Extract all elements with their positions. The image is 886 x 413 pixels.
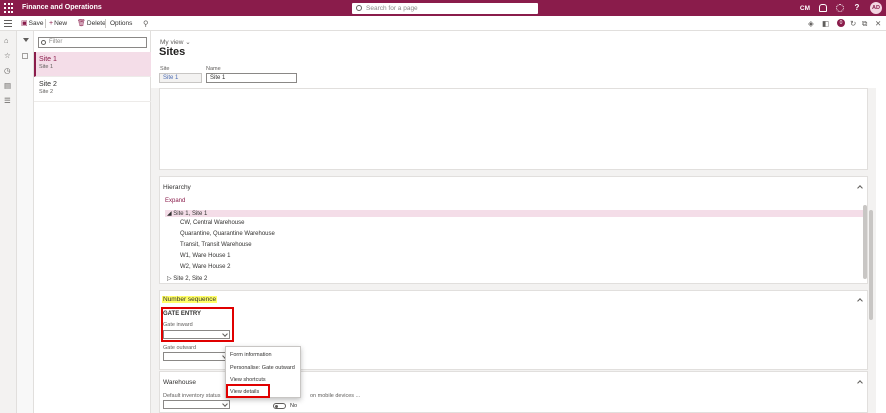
close-icon[interactable]: ✕	[875, 19, 881, 28]
avatar[interactable]: AD	[870, 2, 882, 14]
chevron-down-icon: ⌄	[185, 39, 191, 46]
plus-icon: +	[49, 20, 54, 27]
tree-collapse-icon[interactable]: ◢	[167, 211, 172, 217]
tree-node[interactable]: W2, Ware House 2	[180, 264, 230, 270]
open-new-window-icon[interactable]: ⧉	[862, 19, 867, 28]
chevron-up-icon[interactable]	[857, 380, 863, 386]
tree-node-label: Site 2, Site 2	[173, 276, 208, 282]
mobile-devices-label: on mobile devices ...	[310, 393, 361, 399]
save-button[interactable]: ▣Save	[21, 19, 43, 29]
gate-outward-combo[interactable]	[163, 352, 230, 361]
toolbar-divider	[105, 19, 106, 28]
save-button-label: Save	[28, 20, 44, 27]
tree-expand-icon[interactable]: ▷	[167, 276, 172, 282]
my-view-dropdown[interactable]: My view ⌄	[160, 38, 191, 46]
toolbar-divider	[45, 19, 46, 28]
power-apps-icon[interactable]: ◈	[808, 19, 814, 28]
gear-icon[interactable]	[836, 4, 844, 12]
mobile-devices-toggle[interactable]	[273, 403, 286, 409]
list-item-title: Site 1	[39, 56, 57, 63]
action-search-icon[interactable]: ⚲	[143, 19, 149, 28]
name-label: Name	[206, 66, 221, 72]
delete-button[interactable]: 🗑Delete	[77, 19, 106, 29]
list-item[interactable]: Site 2 Site 2	[34, 77, 151, 102]
recent-clock-icon[interactable]: ◷	[4, 66, 11, 75]
search-icon	[356, 5, 362, 11]
workspaces-icon[interactable]: ▤	[4, 81, 11, 90]
list-item-subtitle: Site 2	[39, 89, 54, 95]
delete-button-label: Delete	[86, 20, 106, 27]
toggle-value: No	[290, 403, 298, 409]
save-icon: ▣	[21, 20, 28, 27]
chevron-up-icon[interactable]	[857, 185, 863, 191]
list-pane: Filter Site 1 Site 1 Site 2 Site 2	[17, 31, 151, 413]
highlight-box-gate-inward	[161, 307, 234, 342]
page-search-input[interactable]: Search for a page	[352, 3, 538, 14]
warehouse-title[interactable]: Warehouse	[163, 379, 196, 386]
list-filter-input[interactable]: Filter	[38, 37, 147, 48]
search-icon	[41, 40, 46, 45]
list-toolbar	[17, 31, 34, 413]
top-right-actions: CM ? AD	[800, 0, 886, 16]
list-item[interactable]: Site 1 Site 1	[34, 52, 151, 77]
collapse-pane-icon[interactable]	[22, 53, 28, 59]
page-scrollbar[interactable]	[869, 210, 873, 320]
page-title: Sites	[159, 46, 186, 58]
favorites-star-icon[interactable]: ☆	[4, 51, 11, 60]
main-content: My view ⌄ Sites Site Site 1 Name Site 1 …	[151, 31, 886, 413]
site-field[interactable]: Site 1	[159, 73, 202, 83]
context-menu-view-shortcuts[interactable]: View shortcuts	[230, 377, 266, 383]
gate-outward-label: Gate outward	[163, 345, 197, 351]
new-button[interactable]: +New	[49, 19, 67, 29]
site-label: Site	[160, 66, 170, 72]
my-view-label: My view	[160, 39, 184, 46]
modules-list-icon[interactable]: ☰	[4, 96, 11, 105]
filter-icon[interactable]	[23, 38, 29, 42]
navigation-rail: ⌂ ☆ ◷ ▤ ☰	[0, 31, 17, 413]
tree-node-site-1[interactable]: ◢ Site 1, Site 1	[167, 210, 207, 217]
company-picker[interactable]: CM	[800, 5, 810, 12]
hierarchy-scrollbar[interactable]	[863, 205, 867, 279]
new-button-label: New	[54, 20, 68, 27]
hierarchy-title[interactable]: Hierarchy	[163, 184, 191, 191]
home-icon[interactable]: ⌂	[4, 36, 9, 45]
search-placeholder: Search for a page	[366, 5, 418, 12]
tree-selected-row	[165, 210, 863, 217]
help-icon[interactable]: ?	[853, 4, 861, 12]
chevron-down-icon	[222, 401, 228, 407]
context-menu-personalise[interactable]: Personalise: Gate outward	[230, 365, 295, 371]
office-icon[interactable]: ◧	[822, 19, 829, 28]
notification-badge[interactable]: 0	[837, 19, 845, 27]
highlight-box-view-details	[226, 384, 270, 398]
list-item-title: Site 2	[39, 81, 57, 88]
top-navigation-bar: Finance and Operations Search for a page…	[0, 0, 886, 16]
tree-node[interactable]: W1, Ware House 1	[180, 253, 230, 259]
hamburger-menu-icon[interactable]	[4, 20, 12, 27]
app-title[interactable]: Finance and Operations	[22, 4, 102, 11]
context-menu-form-information[interactable]: Form information	[230, 352, 272, 358]
list-item-subtitle: Site 1	[39, 64, 54, 70]
tree-node[interactable]: CW, Central Warehouse	[180, 220, 244, 226]
default-inventory-status-label: Default inventory status	[163, 393, 221, 399]
options-button[interactable]: Options	[110, 19, 132, 29]
tree-node-label: Site 1, Site 1	[173, 211, 208, 217]
trash-icon: 🗑	[77, 20, 86, 27]
number-sequence-title[interactable]: Number sequence	[162, 296, 218, 303]
expand-button[interactable]: Expand	[165, 198, 185, 204]
refresh-icon[interactable]: ↻	[850, 19, 856, 28]
chevron-up-icon[interactable]	[857, 298, 863, 304]
name-field[interactable]: Site 1	[206, 73, 297, 83]
filter-placeholder: Filter	[49, 39, 63, 45]
tree-node[interactable]: Transit, Transit Warehouse	[180, 242, 252, 248]
tree-node[interactable]: Quarantine, Quarantine Warehouse	[180, 231, 275, 237]
general-fasttab	[159, 88, 868, 170]
app-launcher-icon[interactable]	[4, 3, 14, 13]
hierarchy-fasttab: Hierarchy Expand ◢ Site 1, Site 1 CW, Ce…	[159, 176, 868, 284]
action-pane: ▣Save +New 🗑Delete Options ⚲ ◈ ◧ 0 ↻ ⧉ ✕	[0, 16, 886, 31]
default-inventory-status-combo[interactable]	[163, 400, 230, 409]
bell-icon[interactable]	[819, 4, 827, 12]
tree-node-site-2[interactable]: ▷ Site 2, Site 2	[167, 275, 207, 282]
